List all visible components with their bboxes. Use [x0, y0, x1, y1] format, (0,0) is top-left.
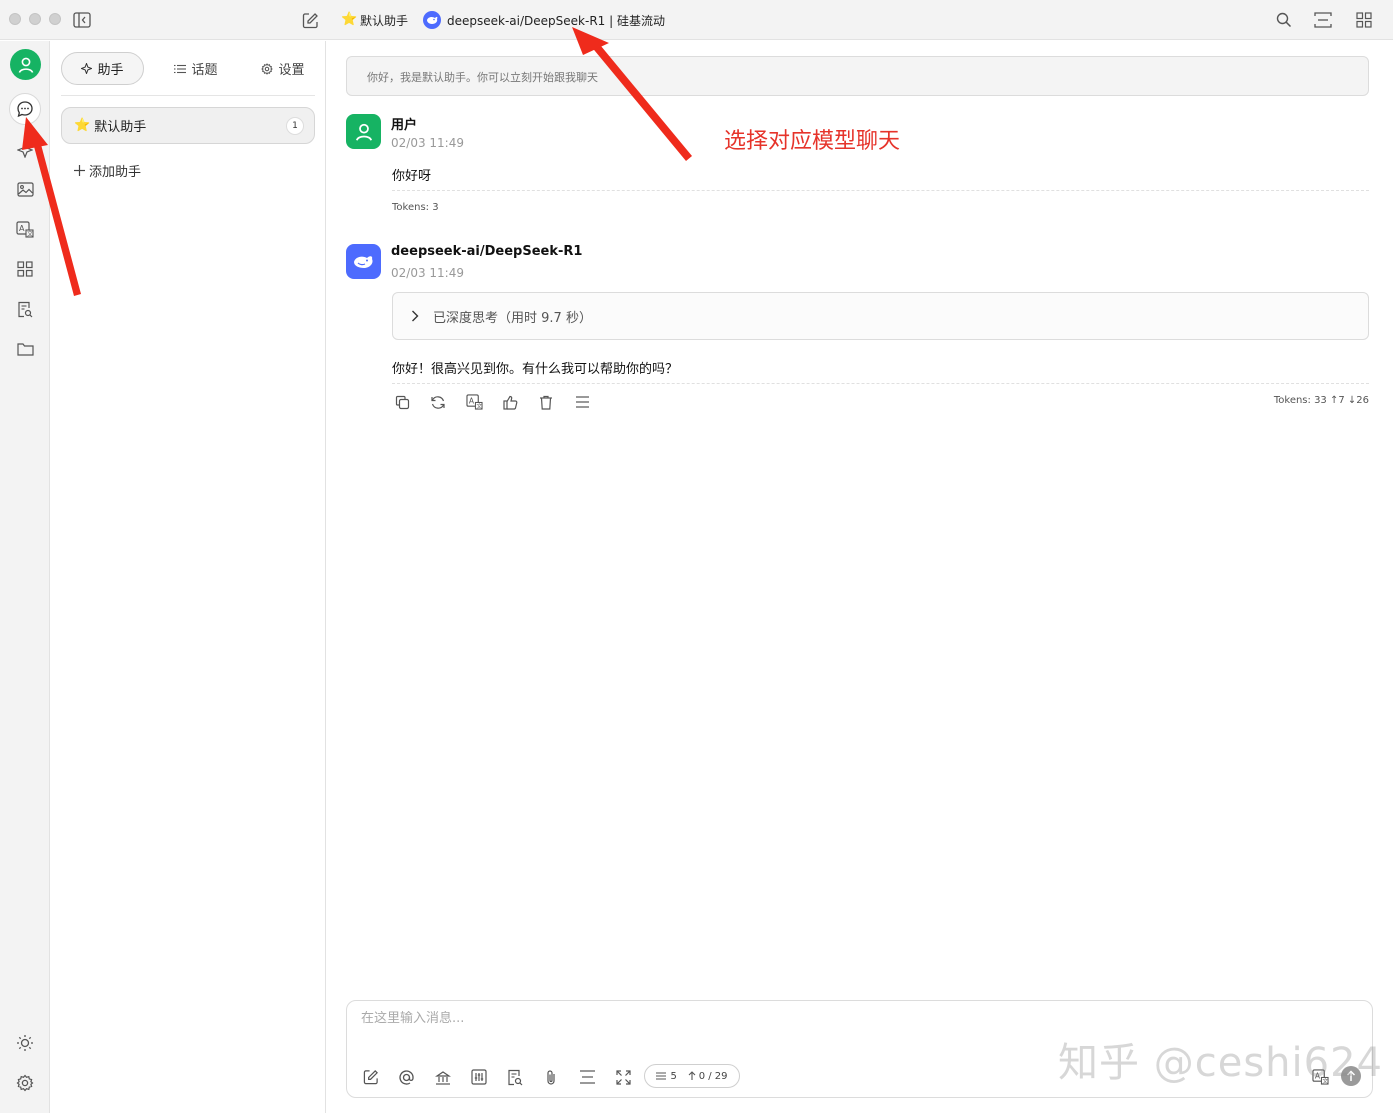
- arrow-up-icon: [688, 1071, 696, 1080]
- new-topic-icon[interactable]: [361, 1067, 381, 1087]
- search-icon[interactable]: [1274, 10, 1294, 30]
- model-message-tokens: Tokens: 33 ↑7 ↓26: [1273, 395, 1369, 406]
- plus-icon: [74, 165, 85, 176]
- model-message-avatar: [346, 244, 381, 279]
- model-message-text: 你好！很高兴见到你。有什么我可以帮助你的吗？: [392, 362, 679, 377]
- title-model-name[interactable]: deepseek-ai/DeepSeek-R1 | 硅基流动: [447, 12, 665, 29]
- message-divider: [392, 190, 1369, 191]
- add-assistant-button[interactable]: 添加助手: [74, 161, 141, 180]
- window-minimize-button[interactable]: [29, 13, 41, 25]
- star-icon: ⭐: [341, 12, 358, 27]
- translate-nav-icon[interactable]: A文: [13, 217, 37, 241]
- context-count-value: 5: [670, 1070, 677, 1082]
- tab-assistants[interactable]: 助手: [61, 52, 144, 85]
- list-icon: [174, 64, 187, 73]
- tab-assistants-label: 助手: [97, 63, 124, 78]
- tab-settings-label: 设置: [278, 63, 305, 78]
- more-menu-icon[interactable]: [573, 393, 591, 411]
- new-chat-icon[interactable]: [300, 10, 320, 30]
- context-clear-icon[interactable]: [577, 1067, 597, 1087]
- user-avatar[interactable]: [10, 49, 41, 80]
- title-bar: ⭐ 默认助手 deepseek-ai/DeepSeek-R1 | 硅基流动: [0, 0, 1393, 40]
- thumbs-up-icon[interactable]: [501, 393, 519, 411]
- expand-icon[interactable]: [613, 1067, 633, 1087]
- window-zoom-button[interactable]: [49, 13, 61, 25]
- left-rail: A文: [0, 41, 50, 1113]
- layout-icon[interactable]: [1313, 10, 1333, 30]
- copy-icon[interactable]: [393, 393, 411, 411]
- user-icon: [355, 123, 372, 141]
- context-count: 5: [656, 1070, 677, 1082]
- apps-grid-icon[interactable]: [1354, 10, 1374, 30]
- svg-text:文: 文: [476, 402, 482, 410]
- chat-nav-icon[interactable]: [9, 93, 41, 125]
- deepseek-whale-icon: [353, 255, 373, 268]
- svg-text:文: 文: [27, 230, 33, 238]
- sparkle-nav-icon[interactable]: [13, 138, 37, 162]
- message-input[interactable]: [361, 1011, 1351, 1026]
- assistant-item-default[interactable]: ⭐ 默认助手 1: [61, 107, 315, 144]
- mention-model-icon[interactable]: [396, 1067, 416, 1087]
- knowledge-search-icon[interactable]: [13, 297, 37, 321]
- message-divider: [392, 383, 1369, 384]
- assistant-item-label: 默认助手: [94, 120, 147, 135]
- knowledge-base-icon[interactable]: [433, 1067, 453, 1087]
- settings-gear-icon[interactable]: [13, 1071, 37, 1095]
- user-message-avatar: [346, 114, 381, 149]
- apps-nav-icon[interactable]: [13, 257, 37, 281]
- svg-text:A: A: [468, 396, 474, 405]
- tab-topics[interactable]: 话题: [156, 52, 236, 85]
- deep-thinking-label: 已深度思考（用时 9.7 秒）: [433, 310, 592, 326]
- gear-icon: [261, 62, 274, 75]
- token-usage-value: 0 / 29: [698, 1070, 728, 1082]
- trash-icon[interactable]: [537, 393, 555, 411]
- folder-nav-icon[interactable]: [13, 337, 37, 361]
- title-assistant-name: 默认助手: [360, 14, 409, 28]
- deep-thinking-toggle[interactable]: 已深度思考（用时 9.7 秒）: [392, 292, 1369, 340]
- add-assistant-label: 添加助手: [89, 165, 142, 180]
- web-search-icon[interactable]: [505, 1067, 525, 1087]
- regenerate-icon[interactable]: [429, 393, 447, 411]
- translate-icon[interactable]: A文: [465, 393, 483, 411]
- attachment-icon[interactable]: [541, 1067, 561, 1087]
- deepseek-logo-icon: [423, 11, 441, 29]
- user-message-time: 02/03 11:49: [391, 136, 464, 150]
- sparkle-icon: [81, 63, 93, 74]
- user-message-name: 用户: [391, 118, 418, 133]
- user-message-tokens: Tokens: 3: [392, 202, 439, 213]
- list-icon: [656, 1072, 667, 1080]
- image-nav-icon[interactable]: [13, 177, 37, 201]
- user-message-text: 你好呀: [392, 169, 432, 184]
- watermark: 知乎 @ceshi624: [1058, 1040, 1383, 1086]
- system-prompt-box[interactable]: 你好，我是默认助手。你可以立刻开始跟我聊天: [346, 56, 1369, 96]
- chevron-right-icon: [412, 310, 419, 322]
- theme-toggle-icon[interactable]: [13, 1031, 37, 1055]
- window-close-button[interactable]: [9, 13, 21, 25]
- tab-topics-label: 话题: [191, 63, 218, 78]
- model-params-icon[interactable]: [469, 1067, 489, 1087]
- assistant-panel: 助手 话题 设置 ⭐ 默认助手 1 添加助手: [51, 41, 326, 1113]
- sidebar-toggle-icon[interactable]: [72, 10, 92, 30]
- context-token-counter[interactable]: 5 0 / 29: [644, 1064, 740, 1088]
- svg-text:A: A: [19, 224, 25, 233]
- topic-count-badge: 1: [286, 117, 304, 135]
- star-icon: ⭐: [74, 118, 91, 133]
- model-message-time: 02/03 11:49: [391, 266, 464, 280]
- model-message-name: deepseek-ai/DeepSeek-R1: [391, 244, 583, 259]
- panel-tabs: 助手 话题 设置: [61, 52, 315, 96]
- annotation-text: 选择对应模型聊天: [724, 129, 901, 154]
- token-usage: 0 / 29: [688, 1071, 728, 1082]
- tab-settings[interactable]: 设置: [243, 52, 323, 85]
- chat-area: 你好，我是默认助手。你可以立刻开始跟我聊天 用户 02/03 11:49 你好呀…: [326, 41, 1393, 1113]
